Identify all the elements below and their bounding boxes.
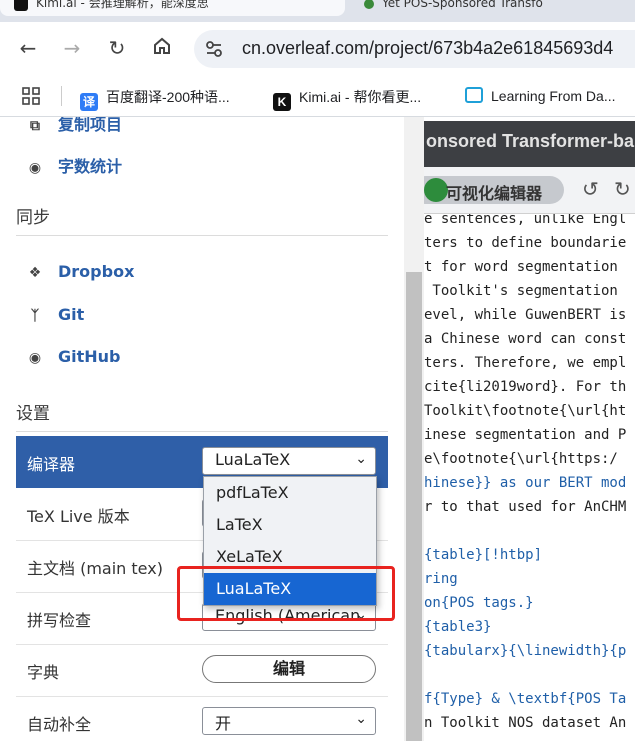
visual-editor-toggle[interactable]: 可视化编辑器: [424, 176, 564, 204]
code-line: {table3}: [424, 619, 492, 635]
code-line: e\footnote{\url{https:/: [424, 451, 618, 467]
bookmark-label: Kimi.ai - 帮你看更...: [299, 89, 422, 105]
project-title: onsored Transformer-ba: [426, 131, 635, 151]
compiler-option-latex[interactable]: LaTeX: [204, 509, 376, 541]
home-icon: [154, 37, 170, 54]
copy-icon: ⧉: [30, 118, 40, 134]
site-info-icon[interactable]: [204, 39, 224, 59]
kimi-favicon-icon: [14, 0, 28, 11]
dropbox-icon: ❖: [28, 265, 42, 281]
bookmark-kimi[interactable]: K Kimi.ai - 帮你看更...: [273, 87, 421, 111]
dictionary-edit-button[interactable]: 编辑: [202, 655, 376, 683]
settings-heading: 设置: [16, 404, 50, 424]
apps-button[interactable]: [22, 87, 40, 108]
code-line: Toolkit's segmentation: [424, 283, 618, 299]
git-icon: ᛉ: [30, 308, 40, 324]
copy-project-link[interactable]: ⧉ 复制项目: [24, 117, 122, 135]
chevron-down-icon: ⌄: [355, 451, 367, 467]
link-label: GitHub: [58, 347, 121, 366]
highlight-annotation-box: [177, 566, 395, 621]
code-line: ring: [424, 571, 458, 587]
bookmark-divider: [61, 86, 62, 106]
select-value: 开: [215, 714, 232, 733]
setting-label: 字典: [27, 663, 60, 682]
scrollbar-thumb[interactable]: [406, 272, 422, 741]
kimi-icon: K: [273, 93, 291, 111]
code-line: t for word segmentation: [424, 259, 618, 275]
baidu-translate-icon: 译: [80, 93, 98, 111]
bookmark-learning[interactable]: Learning From Da...: [465, 87, 616, 104]
code-editor[interactable]: e sentences, unlike Engl ters to define …: [424, 214, 635, 741]
browser-tab-overleaf[interactable]: Yet POS-Sponsored Transfo: [350, 0, 635, 16]
back-button[interactable]: ←: [16, 36, 40, 60]
tab-label: Yet POS-Sponsored Transfo: [382, 0, 543, 10]
github-icon: ◉: [28, 350, 42, 366]
overleaf-favicon-icon: [364, 0, 374, 9]
code-line: n Toolkit NOS dataset An: [424, 715, 627, 731]
code-line: f{Type} & \textbf{POS Ta: [424, 691, 627, 707]
autocomplete-select[interactable]: 开 ⌄: [202, 707, 376, 735]
git-link[interactable]: ᛉ Git: [24, 305, 84, 324]
code-line: ters. Therefore, we empl: [424, 355, 627, 371]
address-row: ← → ↻ cn.overleaf.com/project/673b4a2e61…: [0, 22, 635, 76]
visual-editor-label: 可视化编辑器: [446, 184, 543, 203]
setting-label: 拼写检查: [27, 611, 92, 630]
github-link[interactable]: ◉ GitHub: [24, 347, 121, 366]
bilibili-icon: [465, 87, 483, 103]
apps-grid-icon: [22, 87, 40, 105]
link-label: 字数统计: [58, 157, 123, 176]
toggle-knob: [424, 178, 448, 202]
undo-icon[interactable]: ↺: [582, 177, 599, 201]
code-line: Toolkit\footnote{\url{ht: [424, 403, 627, 419]
editor-toolbar: 可视化编辑器 ↺ ↻: [424, 167, 635, 214]
code-line: e sentences, unlike Engl: [424, 214, 627, 227]
setting-label: 编译器: [27, 455, 76, 474]
redo-icon[interactable]: ↻: [614, 177, 631, 201]
divider: [16, 431, 388, 432]
sync-heading: 同步: [16, 208, 50, 228]
forward-button[interactable]: →: [60, 36, 84, 60]
bookmark-baidu-translate[interactable]: 译百度翻译-200种语...: [80, 87, 230, 111]
link-label: Dropbox: [58, 262, 135, 281]
code-line: hinese}} as our BERT mod: [424, 475, 627, 491]
settings-panel: ⧉ 复制项目 ◉ 字数统计 同步 ❖ Dropbox ᛉ Git ◉ GitHub 设置 …: [0, 117, 404, 741]
link-label: Git: [58, 305, 85, 324]
code-line: r to that used for AnCHM: [424, 499, 627, 515]
bookmark-label: Learning From Da...: [491, 88, 616, 104]
tab-label: Kimi.ai - 会推理解析，能深度思: [36, 0, 209, 10]
bookmarks-bar: 译百度翻译-200种语... K Kimi.ai - 帮你看更... Learni…: [0, 76, 635, 117]
browser-tab-bar: Kimi.ai - 会推理解析，能深度思 Yet POS-Sponsored T…: [0, 0, 635, 22]
url-text: cn.overleaf.com/project/673b4a2e61845693…: [242, 38, 614, 58]
code-line: inese segmentation and P: [424, 427, 627, 443]
select-value: LuaLaTeX: [215, 450, 291, 469]
bookmark-label: 百度翻译-200种语...: [106, 89, 230, 105]
code-line: evel, while GuwenBERT is: [424, 307, 627, 323]
code-line: {table}[!htbp]: [424, 547, 543, 563]
link-label: 复制项目: [58, 117, 123, 134]
address-bar[interactable]: cn.overleaf.com/project/673b4a2e61845693…: [194, 30, 635, 68]
home-button[interactable]: [150, 36, 174, 60]
setting-row-dictionary: 字典 编辑: [16, 644, 388, 697]
editor-title-bar: onsored Transformer-ba: [424, 121, 635, 167]
code-line: cite{li2019word}. For th: [424, 379, 627, 395]
setting-label: 自动补全: [27, 715, 92, 734]
setting-row-autocomplete: 自动补全 开 ⌄: [16, 696, 388, 741]
setting-label: 主文档 (main tex): [27, 559, 163, 578]
compiler-option-pdflatex[interactable]: pdfLaTeX: [204, 477, 376, 509]
dropbox-link[interactable]: ❖ Dropbox: [24, 262, 135, 281]
divider: [16, 235, 388, 236]
code-line: {tabularx}{\linewidth}{p: [424, 643, 627, 659]
eye-icon: ◉: [28, 160, 42, 176]
code-line: a Chinese word can const: [424, 331, 627, 347]
setting-label: TeX Live 版本: [27, 507, 130, 526]
chevron-down-icon: ⌄: [355, 711, 367, 727]
reload-button[interactable]: ↻: [105, 36, 129, 60]
code-line: ters to define boundarie: [424, 235, 627, 251]
compiler-select[interactable]: LuaLaTeX ⌄: [202, 447, 376, 475]
word-count-link[interactable]: ◉ 字数统计: [24, 153, 122, 177]
browser-tab-kimi[interactable]: Kimi.ai - 会推理解析，能深度思: [0, 0, 345, 16]
code-line: on{POS tags.}: [424, 595, 534, 611]
